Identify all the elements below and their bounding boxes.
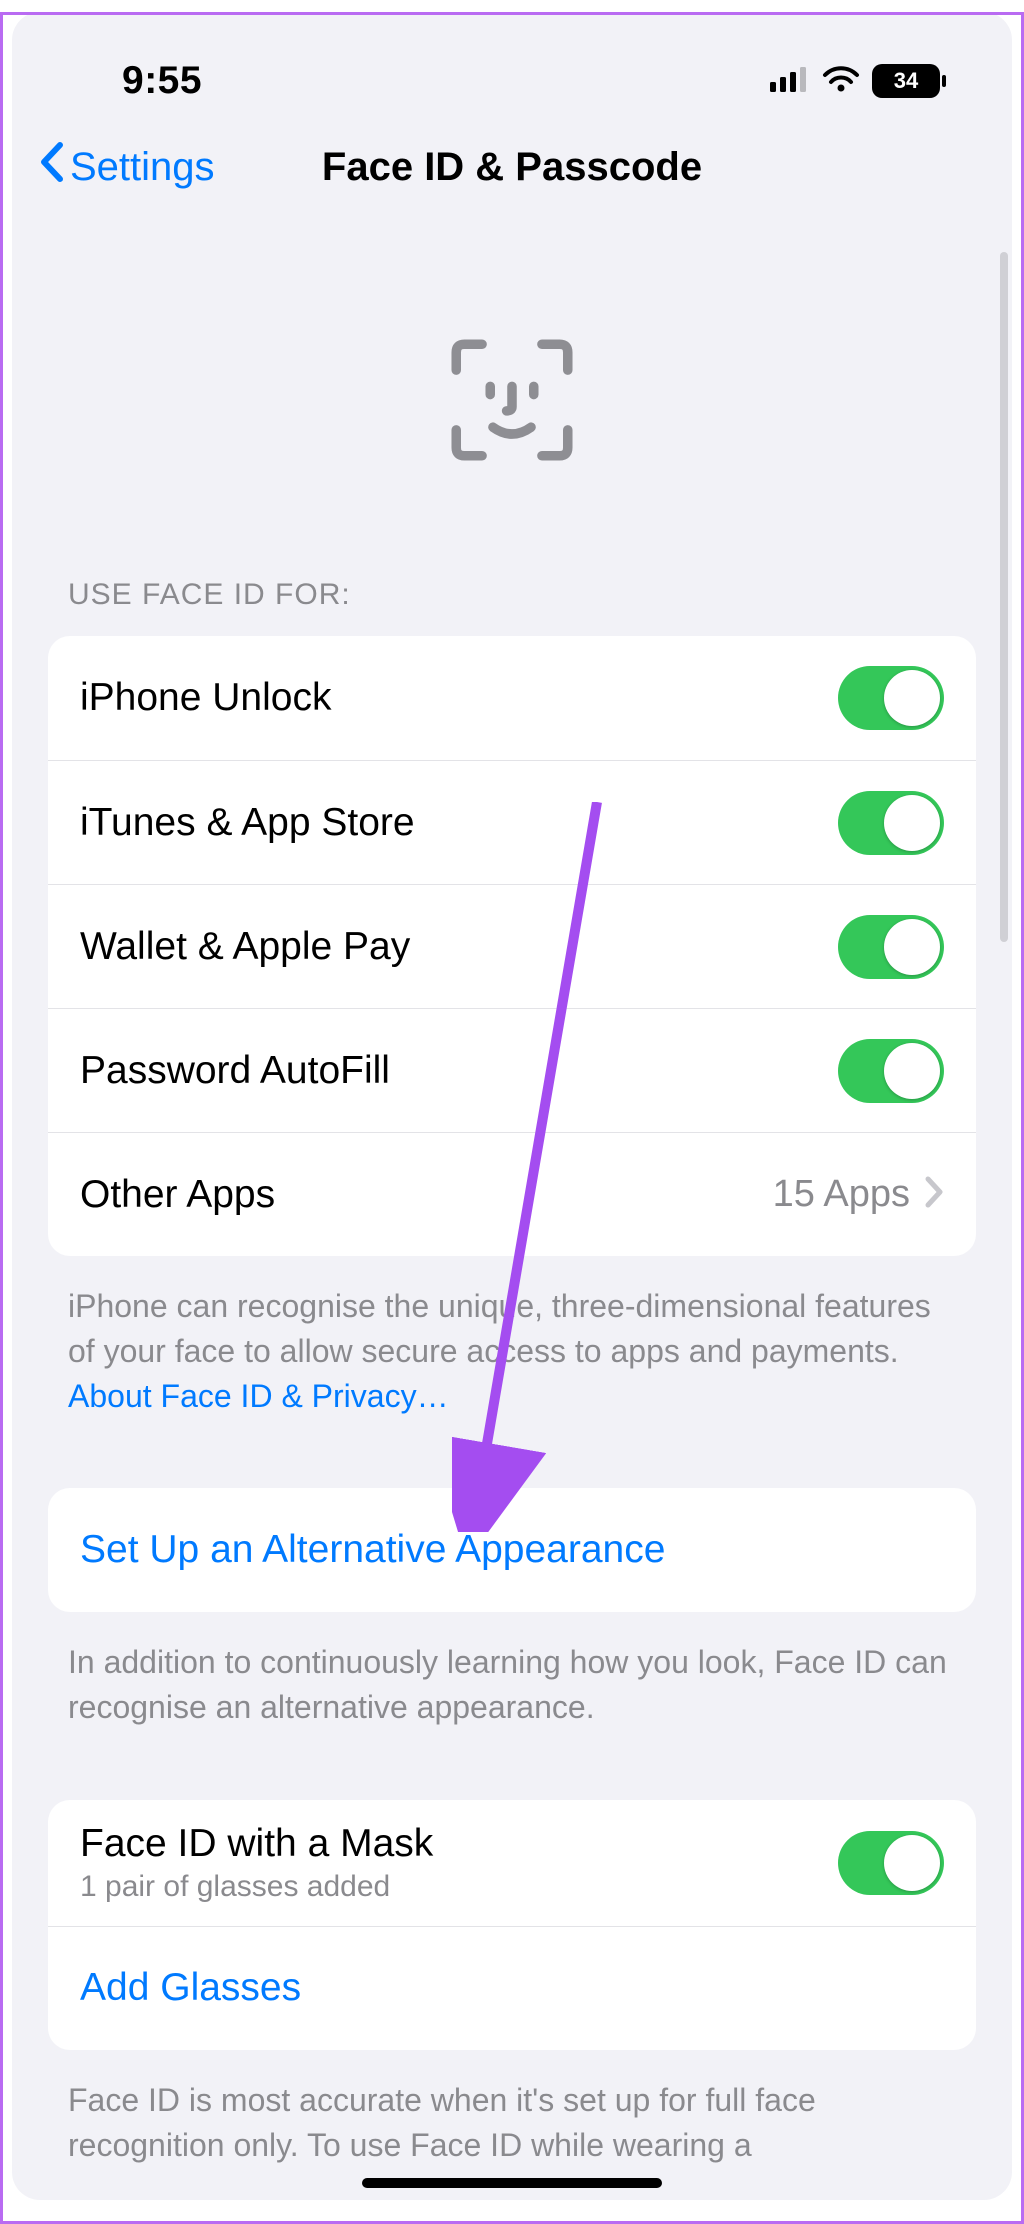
settings-screen: 9:55 34 Settings Face ID & Passcode [12, 12, 1012, 2200]
row-label: Password AutoFill [80, 1049, 390, 1093]
row-label: Set Up an Alternative Appearance [80, 1528, 665, 1572]
toggle-wallet[interactable] [838, 915, 944, 979]
row-label: Wallet & Apple Pay [80, 925, 410, 969]
row-itunes-app-store[interactable]: iTunes & App Store [48, 760, 976, 884]
row-label: Face ID with a Mask [80, 1822, 433, 1866]
status-time: 9:55 [122, 59, 202, 103]
scroll-indicator[interactable] [1000, 252, 1008, 942]
row-alt-appearance[interactable]: Set Up an Alternative Appearance [48, 1488, 976, 1612]
about-face-id-link[interactable]: About Face ID & Privacy… [68, 1378, 449, 1414]
row-label: Other Apps [80, 1173, 275, 1217]
toggle-autofill[interactable] [838, 1039, 944, 1103]
home-indicator[interactable] [362, 2178, 662, 2188]
mask-group: Face ID with a Mask 1 pair of glasses ad… [48, 1800, 976, 2050]
other-apps-count: 15 Apps [773, 1173, 910, 1216]
row-add-glasses[interactable]: Add Glasses [48, 1926, 976, 2050]
battery-icon: 34 [872, 64, 940, 98]
toggle-face-id-mask[interactable] [838, 1831, 944, 1895]
status-bar: 9:55 34 [12, 12, 1012, 122]
face-id-icon [12, 212, 1012, 508]
back-button[interactable]: Settings [38, 141, 215, 193]
alt-appearance-group: Set Up an Alternative Appearance [48, 1488, 976, 1612]
row-label: iTunes & App Store [80, 801, 415, 845]
row-face-id-mask[interactable]: Face ID with a Mask 1 pair of glasses ad… [48, 1800, 976, 1926]
face-id-uses-group: iPhone Unlock iTunes & App Store Wallet … [48, 636, 976, 1256]
back-label: Settings [70, 145, 215, 190]
toggle-itunes[interactable] [838, 791, 944, 855]
nav-bar: Settings Face ID & Passcode [12, 122, 1012, 212]
chevron-right-icon [924, 1175, 944, 1214]
row-label: iPhone Unlock [80, 676, 331, 720]
row-iphone-unlock[interactable]: iPhone Unlock [48, 636, 976, 760]
page-title: Face ID & Passcode [322, 145, 702, 190]
row-label: Add Glasses [80, 1966, 301, 2010]
chevron-left-icon [38, 141, 66, 193]
cellular-icon [770, 66, 810, 97]
section-header-use-face-id: USE FACE ID FOR: [12, 508, 1012, 626]
row-other-apps[interactable]: Other Apps 15 Apps [48, 1132, 976, 1256]
footer-text-1: iPhone can recognise the unique, three-d… [12, 1256, 1012, 1418]
toggle-iphone-unlock[interactable] [838, 666, 944, 730]
row-password-autofill[interactable]: Password AutoFill [48, 1008, 976, 1132]
wifi-icon [822, 65, 860, 98]
footer-text-2: In addition to continuously learning how… [12, 1612, 1012, 1730]
row-wallet-apple-pay[interactable]: Wallet & Apple Pay [48, 884, 976, 1008]
footer-text-3: Face ID is most accurate when it's set u… [12, 2050, 1012, 2168]
row-subtext: 1 pair of glasses added [80, 1870, 433, 1904]
